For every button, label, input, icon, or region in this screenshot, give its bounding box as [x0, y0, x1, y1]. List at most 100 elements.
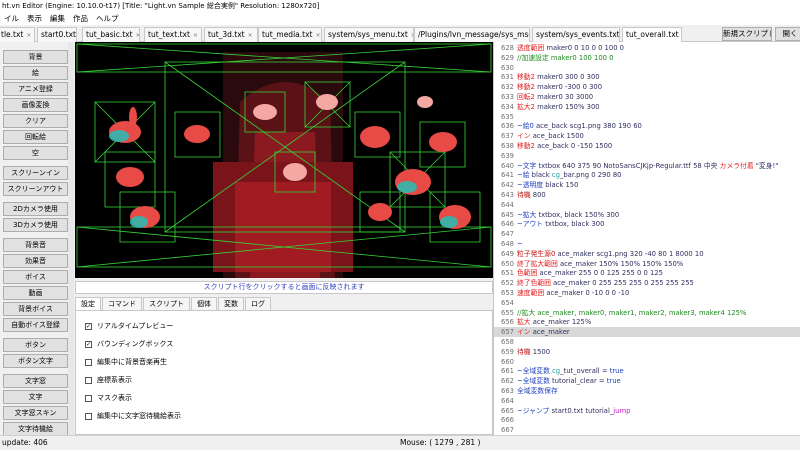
- checkbox-box[interactable]: [85, 394, 92, 402]
- command-button[interactable]: 空: [3, 146, 68, 160]
- file-tab[interactable]: system/sys_menu.txt×: [324, 27, 414, 42]
- code-line[interactable]: 641 ~絵 black cg_bar.png 0 290 80: [494, 170, 800, 180]
- menu-item[interactable]: ヘルプ: [92, 12, 123, 25]
- code-line[interactable]: 665 ~ジャンプ start0.txt tutorial_jump: [494, 406, 800, 416]
- command-button[interactable]: 3Dカメラ使用: [3, 218, 68, 232]
- close-icon[interactable]: ×: [315, 32, 320, 39]
- code-line[interactable]: 631 移動2 maker0 300 0 300: [494, 72, 800, 82]
- file-tab[interactable]: tut_overall.txt×: [622, 27, 682, 43]
- command-panel-scrollbar[interactable]: [68, 42, 74, 435]
- code-line[interactable]: 663 全域変数保存: [494, 386, 800, 396]
- checkbox-box[interactable]: [85, 358, 92, 366]
- command-button[interactable]: 背景音: [3, 238, 68, 252]
- code-line[interactable]: 629//加速設定 maker0 100 100 0: [494, 53, 800, 63]
- code-line[interactable]: 650 終了拡大範囲 ace_maker 150% 150% 150% 150%: [494, 259, 800, 269]
- command-button[interactable]: 画像変換: [3, 98, 68, 112]
- code-line[interactable]: 647: [494, 229, 800, 239]
- bottom-tab[interactable]: 設定: [75, 297, 101, 310]
- menu-item[interactable]: イル: [0, 12, 23, 25]
- command-button[interactable]: 動画: [3, 286, 68, 300]
- code-line[interactable]: 645 ~拡大 txtbox, black 150% 300: [494, 210, 800, 220]
- settings-checkbox[interactable]: 座標系表示: [85, 375, 132, 385]
- code-line[interactable]: 654: [494, 298, 800, 308]
- menu-item[interactable]: 編集: [46, 12, 69, 25]
- code-line[interactable]: 636 ~絵0 ace_back scg1.png 380 190 60: [494, 121, 800, 131]
- close-icon[interactable]: ×: [26, 32, 31, 39]
- file-tab[interactable]: system/sys_events.txt×: [532, 27, 620, 42]
- command-button[interactable]: ボタン文字: [3, 354, 68, 368]
- code-line[interactable]: 635: [494, 112, 800, 122]
- new-script-button[interactable]: 新規スクリプト: [722, 27, 772, 41]
- file-tab[interactable]: /Plugins/lvn_message/sys_msg.txt×: [414, 27, 530, 42]
- checkbox-box[interactable]: [85, 412, 92, 420]
- code-line[interactable]: 655//拡大 ace_maker, maker0, maker1, maker…: [494, 308, 800, 318]
- code-line[interactable]: 662 ~全域変数 tutorial_clear = true: [494, 376, 800, 386]
- bottom-tab[interactable]: 変数: [218, 297, 244, 310]
- command-button[interactable]: 文字窓スキン: [3, 406, 68, 420]
- settings-checkbox[interactable]: マスク表示: [85, 393, 132, 403]
- command-button[interactable]: 絵: [3, 66, 68, 80]
- code-line[interactable]: 632 移動2 maker0 -300 0 300: [494, 82, 800, 92]
- code-line[interactable]: 656 拡大 ace_maker 125%: [494, 317, 800, 327]
- settings-checkbox[interactable]: 編集中に背景音楽再生: [85, 357, 167, 367]
- file-tab[interactable]: start0.txt×: [37, 27, 77, 42]
- code-line[interactable]: 638 移動2 ace_back 0 -150 1500: [494, 141, 800, 151]
- file-tab[interactable]: tut_text.txt ×: [144, 27, 202, 42]
- command-button[interactable]: 2Dカメラ使用: [3, 202, 68, 216]
- command-button[interactable]: クリア: [3, 114, 68, 128]
- code-line[interactable]: 634 拡大2 maker0 150% 300: [494, 102, 800, 112]
- code-line[interactable]: 664: [494, 396, 800, 406]
- code-line[interactable]: 667: [494, 425, 800, 435]
- checkbox-box[interactable]: ✓: [85, 340, 92, 348]
- command-button[interactable]: ボタン: [3, 338, 68, 352]
- bottom-tab[interactable]: ログ: [245, 297, 271, 310]
- code-line[interactable]: 648 ~: [494, 239, 800, 249]
- close-icon[interactable]: ×: [193, 32, 198, 39]
- settings-checkbox[interactable]: 編集中に文字窓待機絵表示: [85, 411, 181, 421]
- file-tab[interactable]: tle.txt ×: [0, 27, 35, 42]
- code-line[interactable]: 630: [494, 63, 800, 73]
- code-line[interactable]: 633 回転2 maker0 30 3000: [494, 92, 800, 102]
- settings-checkbox[interactable]: ✓ バウンディングボックス: [85, 339, 173, 349]
- code-line[interactable]: 644: [494, 200, 800, 210]
- code-line[interactable]: 637 イン ace_back 1500: [494, 131, 800, 141]
- code-line[interactable]: 661 ~全域変数 cg_tut_overall = true: [494, 366, 800, 376]
- command-button[interactable]: スクリーンイン: [3, 166, 68, 180]
- command-button[interactable]: スクリーンアウト: [3, 182, 68, 196]
- open-button[interactable]: 開く: [775, 27, 800, 41]
- checkbox-box[interactable]: ✓: [85, 322, 92, 330]
- command-button[interactable]: 回転絵: [3, 130, 68, 144]
- file-tab[interactable]: tut_basic.txt×: [82, 27, 140, 42]
- file-tab[interactable]: tut_media.txt ×: [258, 27, 322, 42]
- command-button[interactable]: 文字待機絵: [3, 422, 68, 435]
- code-line[interactable]: 660: [494, 357, 800, 367]
- scene-preview[interactable]: [75, 42, 493, 278]
- command-button[interactable]: アニメ登録: [3, 82, 68, 96]
- code-line[interactable]: 666: [494, 415, 800, 425]
- command-button[interactable]: 背景: [3, 50, 68, 64]
- code-line[interactable]: 640 ~文字 txtbox 640 375 90 NotoSansCJKjp-R…: [494, 161, 800, 171]
- code-line[interactable]: 651 色範囲 ace_maker 255 0 0 125 255 0 0 125: [494, 268, 800, 278]
- code-line[interactable]: 658: [494, 337, 800, 347]
- command-button[interactable]: 効果音: [3, 254, 68, 268]
- bottom-tab[interactable]: スクリプト: [143, 297, 190, 310]
- bottom-tab[interactable]: 個体: [191, 297, 217, 310]
- command-button[interactable]: 自動ボイス登録: [3, 318, 68, 332]
- file-tab[interactable]: tut_3d.txt ×: [204, 27, 258, 42]
- close-icon[interactable]: ×: [136, 32, 139, 39]
- code-line[interactable]: 646 ~アウト txtbox, black 300: [494, 219, 800, 229]
- command-button[interactable]: 背景ボイス: [3, 302, 68, 316]
- code-line[interactable]: 657 イン ace_maker: [494, 327, 800, 338]
- script-editor[interactable]: 628 透度範囲 maker0 0 10 0 0 100 0 629//加速設定 m…: [493, 42, 800, 435]
- close-icon[interactable]: ×: [248, 32, 253, 39]
- command-button[interactable]: 文字窓: [3, 374, 68, 388]
- code-line[interactable]: 628 透度範囲 maker0 0 10 0 0 100 0: [494, 43, 800, 53]
- code-line[interactable]: 652 終了色範囲 ace_maker 0 255 255 255 0 255 2…: [494, 278, 800, 288]
- menu-item[interactable]: 作品: [69, 12, 92, 25]
- code-line[interactable]: 659 待機 1500: [494, 347, 800, 357]
- command-button[interactable]: ボイス: [3, 270, 68, 284]
- code-line[interactable]: 643 待機 800: [494, 190, 800, 200]
- menu-item[interactable]: 表示: [23, 12, 46, 25]
- code-line[interactable]: 653 速度範囲 ace_maker 0 -10 0 0 -10: [494, 288, 800, 298]
- checkbox-box[interactable]: [85, 376, 92, 384]
